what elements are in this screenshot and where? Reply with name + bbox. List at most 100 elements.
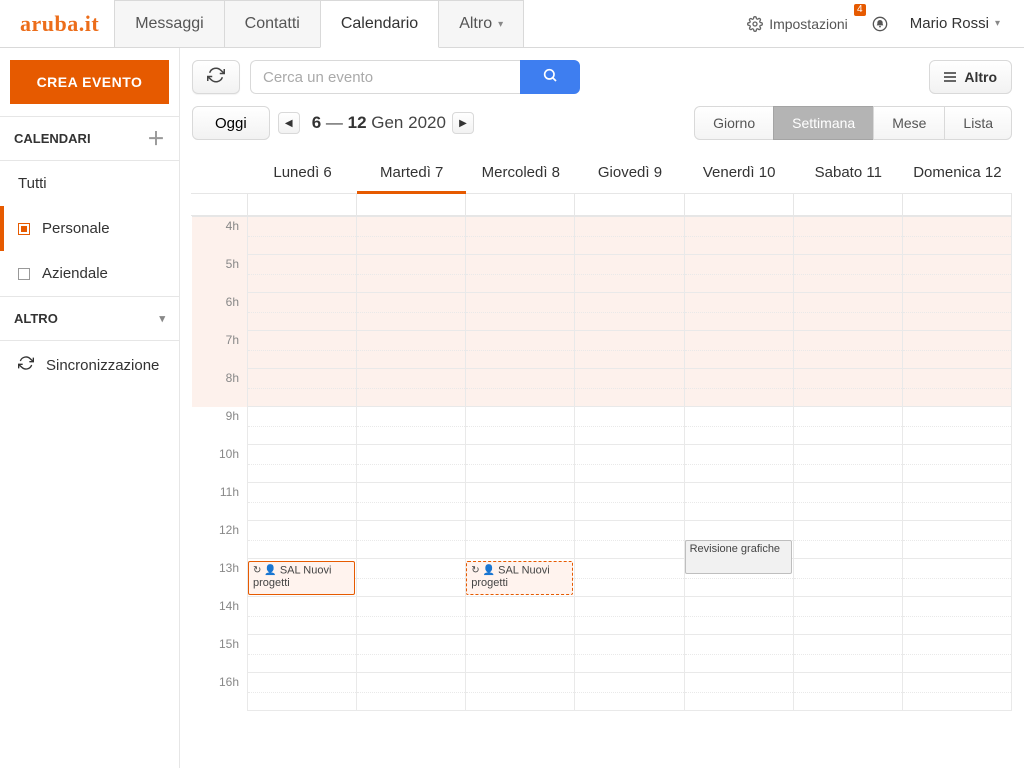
time-slot[interactable]	[357, 369, 466, 407]
time-slot[interactable]	[575, 559, 684, 597]
time-slot[interactable]	[575, 483, 684, 521]
time-slot[interactable]	[794, 255, 903, 293]
calendar-event[interactable]: ↻👤SAL Nuovi progetti	[466, 561, 573, 595]
sync-link[interactable]: Sincronizzazione	[0, 341, 179, 389]
time-slot[interactable]	[357, 673, 466, 711]
time-grid[interactable]: 4h5h6h7h8h9h10h11h12hRevisione grafiche1…	[192, 216, 1012, 768]
time-slot[interactable]	[248, 331, 357, 369]
day-header[interactable]: Domenica 12	[903, 150, 1012, 194]
nav-tab-contatti[interactable]: Contatti	[224, 0, 321, 47]
time-slot[interactable]	[794, 217, 903, 255]
time-slot[interactable]	[357, 331, 466, 369]
day-header[interactable]: Mercoledì 8	[466, 150, 575, 194]
time-slot[interactable]: ↻👤SAL Nuovi progetti	[466, 559, 575, 597]
calendar-event[interactable]: Revisione grafiche	[685, 540, 792, 574]
time-slot[interactable]	[903, 293, 1012, 331]
create-event-button[interactable]: CREA EVENTO	[10, 60, 169, 104]
day-header[interactable]: Venerdì 10	[685, 150, 794, 194]
time-slot[interactable]	[794, 559, 903, 597]
user-menu[interactable]: Mario Rossi ▾	[904, 9, 1006, 38]
all-day-cell[interactable]	[356, 193, 466, 216]
search-button[interactable]	[520, 60, 580, 94]
all-day-cell[interactable]	[247, 193, 357, 216]
time-slot[interactable]	[248, 369, 357, 407]
time-slot[interactable]	[357, 217, 466, 255]
time-slot[interactable]	[466, 255, 575, 293]
time-slot[interactable]	[466, 521, 575, 559]
time-slot[interactable]	[903, 635, 1012, 673]
view-mese[interactable]: Mese	[873, 106, 945, 140]
time-slot[interactable]	[794, 331, 903, 369]
time-slot[interactable]	[903, 483, 1012, 521]
time-slot[interactable]	[248, 407, 357, 445]
time-slot[interactable]	[248, 293, 357, 331]
time-slot[interactable]	[903, 255, 1012, 293]
time-slot[interactable]	[685, 255, 794, 293]
time-slot[interactable]	[575, 217, 684, 255]
time-slot[interactable]	[794, 369, 903, 407]
time-slot[interactable]	[575, 331, 684, 369]
time-slot[interactable]	[248, 673, 357, 711]
time-slot[interactable]	[794, 673, 903, 711]
day-header[interactable]: Giovedì 9	[575, 150, 684, 194]
time-slot[interactable]	[575, 597, 684, 635]
calendar-item-aziendale[interactable]: Aziendale	[0, 251, 179, 296]
calendar-item-all[interactable]: Tutti	[0, 161, 179, 206]
time-slot[interactable]	[575, 255, 684, 293]
time-slot[interactable]	[357, 635, 466, 673]
time-slot[interactable]	[903, 217, 1012, 255]
view-lista[interactable]: Lista	[944, 106, 1012, 140]
view-settimana[interactable]: Settimana	[773, 106, 874, 140]
time-slot[interactable]	[794, 597, 903, 635]
nav-tab-messaggi[interactable]: Messaggi	[114, 0, 224, 47]
time-slot[interactable]	[466, 483, 575, 521]
time-slot[interactable]	[903, 445, 1012, 483]
time-slot[interactable]	[248, 217, 357, 255]
time-slot[interactable]	[903, 369, 1012, 407]
day-header[interactable]: Lunedì 6	[248, 150, 357, 194]
time-slot[interactable]	[685, 673, 794, 711]
more-menu-button[interactable]: Altro	[929, 60, 1012, 94]
time-slot[interactable]	[357, 521, 466, 559]
time-slot[interactable]	[903, 559, 1012, 597]
time-slot[interactable]	[248, 635, 357, 673]
time-slot[interactable]	[357, 255, 466, 293]
calendar-event[interactable]: ↻👤SAL Nuovi progetti	[248, 561, 355, 595]
day-header[interactable]: Sabato 11	[794, 150, 903, 194]
all-day-cell[interactable]	[574, 193, 684, 216]
time-slot[interactable]	[794, 521, 903, 559]
time-slot[interactable]	[466, 635, 575, 673]
day-header[interactable]: Martedì 7	[357, 150, 466, 194]
prev-button[interactable]: ◀	[278, 112, 300, 134]
time-slot[interactable]	[685, 369, 794, 407]
refresh-button[interactable]	[192, 60, 240, 94]
today-button[interactable]: Oggi	[192, 106, 270, 140]
all-day-cell[interactable]	[902, 193, 1012, 216]
time-slot[interactable]	[685, 217, 794, 255]
time-slot[interactable]	[466, 445, 575, 483]
time-slot[interactable]	[685, 293, 794, 331]
all-day-cell[interactable]	[684, 193, 794, 216]
settings-link[interactable]: Impostazioni	[739, 10, 856, 38]
time-slot[interactable]	[357, 445, 466, 483]
next-button[interactable]: ▶	[452, 112, 474, 134]
time-slot[interactable]	[357, 293, 466, 331]
time-slot[interactable]	[466, 407, 575, 445]
nav-tab-calendario[interactable]: Calendario	[320, 0, 439, 48]
time-slot[interactable]	[466, 293, 575, 331]
time-slot[interactable]	[685, 635, 794, 673]
time-slot[interactable]	[466, 673, 575, 711]
time-slot[interactable]	[794, 635, 903, 673]
time-slot[interactable]	[248, 445, 357, 483]
time-slot[interactable]	[357, 597, 466, 635]
time-slot[interactable]	[903, 521, 1012, 559]
time-slot[interactable]	[685, 597, 794, 635]
time-slot[interactable]	[248, 521, 357, 559]
calendar-item-personale[interactable]: Personale	[0, 206, 179, 251]
time-slot[interactable]	[685, 445, 794, 483]
time-slot[interactable]	[357, 483, 466, 521]
time-slot[interactable]	[794, 407, 903, 445]
time-slot[interactable]	[903, 331, 1012, 369]
time-slot[interactable]	[685, 483, 794, 521]
time-slot[interactable]	[575, 407, 684, 445]
